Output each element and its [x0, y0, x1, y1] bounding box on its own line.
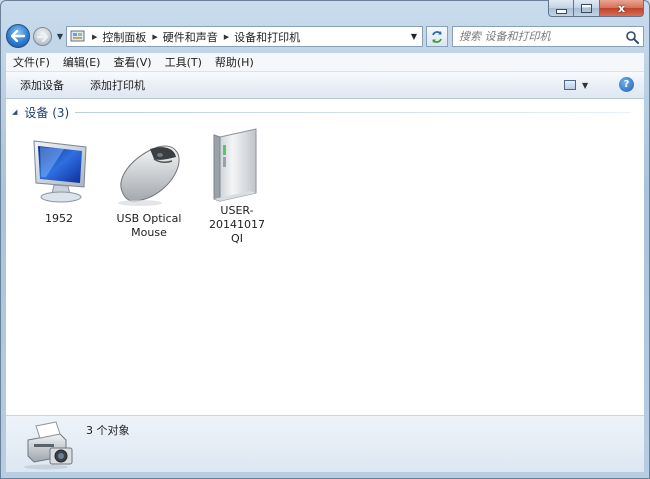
breadcrumb-control-panel[interactable]: 控制面板 [102, 29, 146, 45]
breadcrumb-separator-icon[interactable]: ▶ [92, 33, 97, 41]
forward-arrow-icon [37, 31, 48, 42]
minimize-button[interactable] [548, 0, 574, 17]
change-view-button[interactable]: ▼ [564, 77, 594, 93]
refresh-icon [432, 30, 442, 43]
group-title: 设备 (3) [24, 105, 70, 120]
search-input[interactable] [459, 30, 624, 43]
collapse-triangle-icon[interactable]: ◢ [12, 108, 17, 116]
search-box[interactable] [452, 26, 644, 47]
address-history-button[interactable]: ▼ [406, 27, 422, 46]
device-item-computer[interactable]: USER-20141017 QI [197, 127, 277, 246]
recent-pages-button[interactable]: ▼ [55, 31, 65, 41]
content-right-edge [641, 99, 644, 415]
group-divider [75, 111, 631, 113]
details-pane: 3 个对象 [6, 415, 644, 472]
minimize-icon [555, 8, 567, 14]
monitor-icon [33, 140, 87, 203]
add-printer-button[interactable]: 添加打印机 [76, 77, 157, 93]
device-label: 1952 [45, 212, 73, 225]
device-item-monitor[interactable]: 1952 [19, 137, 99, 226]
view-icon [564, 80, 576, 90]
maximize-icon [581, 3, 592, 13]
maximize-button[interactable] [574, 0, 600, 17]
device-label: USER-20141017 QI [209, 204, 265, 245]
add-device-button[interactable]: 添加设备 [6, 77, 76, 93]
back-arrow-icon [11, 30, 25, 42]
help-button[interactable]: ? [619, 77, 634, 92]
control-panel-icon [70, 30, 85, 41]
computer-tower-icon [213, 128, 257, 202]
device-item-mouse[interactable]: USB Optical Mouse [109, 137, 189, 240]
address-bar[interactable]: ▶ 控制面板 ▶ 硬件和声音 ▶ 设备和打印机 ▼ [66, 26, 423, 47]
menu-file[interactable]: 文件(F) [6, 54, 56, 70]
forward-button[interactable] [33, 27, 52, 46]
command-bar: 添加设备 添加打印机 ▼ ? [6, 72, 644, 99]
help-icon: ? [623, 79, 630, 90]
printer-camera-icon [24, 421, 73, 470]
explorer-window: x ▼ ▶ 控制面板 ▶ 硬件和声音 ▶ 设备和打印机 ▼ 搜索 设备和打印机 … [0, 0, 650, 479]
mouse-icon [118, 145, 180, 206]
menu-view[interactable]: 查看(V) [106, 54, 157, 70]
breadcrumb-devices-printers[interactable]: 设备和打印机 [234, 29, 300, 45]
chevron-down-icon: ▼ [582, 80, 589, 90]
menu-bar: 文件(F) 编辑(E) 查看(V) 工具(T) 帮助(H) [6, 53, 644, 72]
close-icon: x [617, 1, 626, 15]
caption-buttons: x [548, 0, 644, 18]
devices-group-header[interactable]: ◢ 设备 (3) [12, 104, 631, 120]
item-count: 3 个对象 [86, 424, 130, 437]
navigation-bar: ▼ ▶ 控制面板 ▶ 硬件和声音 ▶ 设备和打印机 ▼ [6, 24, 644, 50]
menu-edit[interactable]: 编辑(E) [56, 54, 107, 70]
breadcrumb-hardware-sound[interactable]: 硬件和声音 [163, 29, 218, 45]
close-button[interactable]: x [600, 0, 644, 17]
breadcrumb-separator-icon[interactable]: ▶ [152, 33, 157, 41]
devices-content-pane: ◢ 设备 (3) 1952 USB Optical Mouse USER-201… [6, 99, 641, 415]
refresh-button[interactable] [426, 26, 448, 47]
back-button[interactable] [6, 24, 30, 48]
chevron-down-icon: ▼ [56, 31, 64, 41]
menu-help[interactable]: 帮助(H) [208, 54, 260, 70]
search-icon[interactable] [625, 30, 639, 44]
device-label: USB Optical Mouse [116, 212, 182, 239]
breadcrumb-separator-icon[interactable]: ▶ [224, 33, 229, 41]
chevron-down-icon: ▼ [410, 32, 418, 41]
menu-tools[interactable]: 工具(T) [158, 54, 208, 70]
